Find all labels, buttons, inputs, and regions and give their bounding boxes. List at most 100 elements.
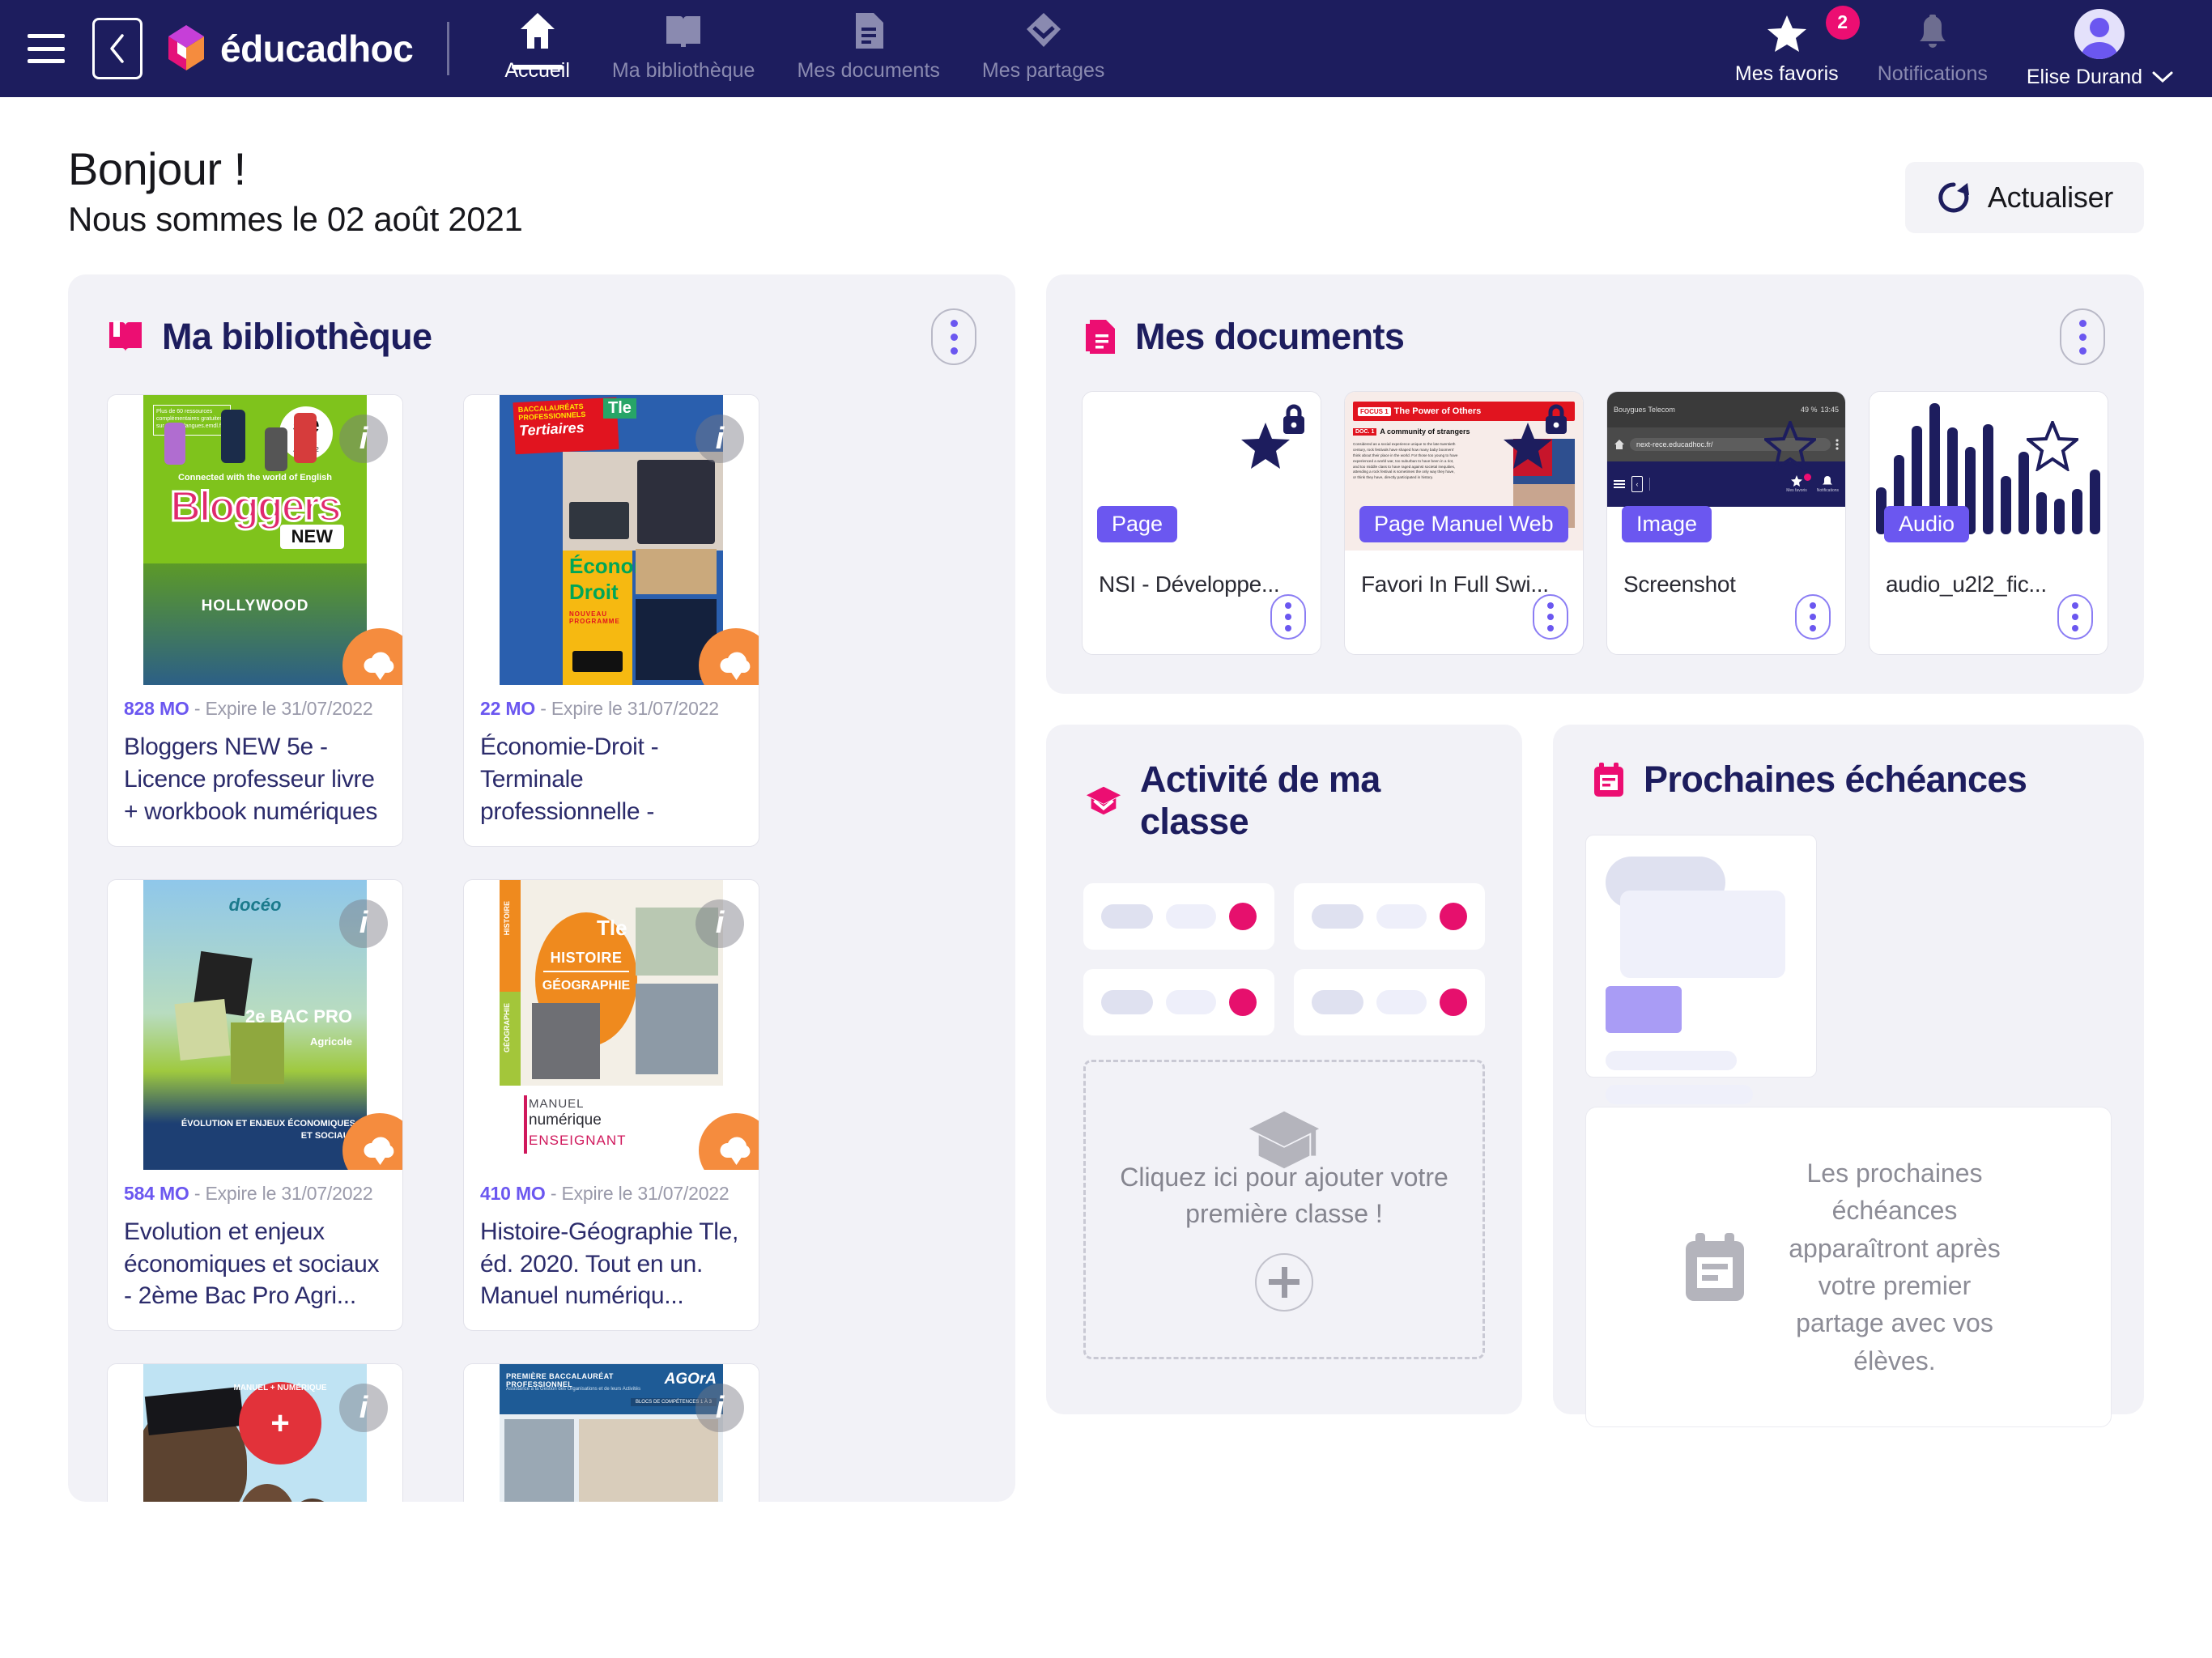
document-card[interactable]: Bouygues Telecom 49 % 13:45 next-rece.ed…	[1606, 391, 1846, 655]
user-menu[interactable]: Elise Durand	[2026, 8, 2173, 89]
book-meta: 22 MO - Expire le 31/07/2022 Économie-Dr…	[464, 685, 759, 846]
cover-sub: Assistance à la Gestion des Organisation…	[506, 1387, 641, 1392]
documents-panel: Mes documents Page NSI - Développe... FO…	[1046, 274, 2144, 694]
star-icon	[1766, 12, 1808, 56]
brand-logo[interactable]: éducadhoc	[164, 23, 414, 74]
book-expiry: - Expire le 31/07/2022	[194, 698, 373, 719]
doc-tag-label: DOC. 1	[1353, 427, 1377, 436]
nav-label-accueil: Accueil	[504, 59, 570, 82]
document-card[interactable]: Audio audio_u2l2_fic...	[1869, 391, 2108, 655]
book-card[interactable]: HISTOIRE GÉOGRAPHIE HISTOIRE GÉOGRAPHIE …	[463, 878, 759, 1332]
book-card[interactable]: docéo 2e BAC PRO Agricole ÉVOLUTION ET E…	[107, 878, 403, 1332]
document-type-tag: Page Manuel Web	[1359, 506, 1568, 542]
info-icon[interactable]: i	[339, 414, 388, 463]
cover-spine-2: GÉOGRAPHIE	[503, 1002, 511, 1052]
user-name: Elise Durand	[2026, 65, 2142, 88]
cover-title-2: Droit	[569, 580, 619, 604]
documents-menu-button[interactable]	[2060, 308, 2105, 365]
main-content: Bonjour ! Nous sommes le 02 août 2021 Ac…	[0, 97, 2212, 1658]
nav-item-mes-partages[interactable]: Mes partages	[961, 0, 1125, 83]
book-meta-line: 410 MO - Expire le 31/07/2022	[480, 1183, 742, 1205]
book-card[interactable]: BACCALAURÉATS PROFESSIONNELS Tertiaires …	[463, 394, 759, 847]
phone-carrier: Bouygues Telecom	[1614, 406, 1675, 414]
document-thumbnail: Page	[1083, 392, 1321, 551]
favorites-button[interactable]: 2 Mes favoris	[1735, 5, 1860, 86]
back-button[interactable]	[92, 18, 143, 79]
document-menu-button[interactable]	[2057, 594, 2093, 640]
info-icon[interactable]: i	[696, 899, 744, 948]
cover-title-1: HISTOIRE	[550, 949, 623, 966]
hamburger-icon[interactable]	[28, 34, 65, 63]
document-thumbnail: Bouygues Telecom 49 % 13:45 next-rece.ed…	[1607, 392, 1845, 551]
info-icon[interactable]: i	[339, 1384, 388, 1433]
document-menu-button[interactable]	[1795, 594, 1831, 640]
document-menu-button[interactable]	[1270, 594, 1306, 640]
book-size: 828 MO	[124, 698, 189, 719]
cover-foot-2: numérique	[529, 1111, 602, 1129]
notifications-button[interactable]: Notifications	[1878, 12, 1988, 86]
lock-icon	[1280, 403, 1308, 440]
deadlines-header: Prochaines échéances	[1553, 725, 2144, 806]
library-header: Ma bibliothèque	[68, 274, 1015, 370]
nav-active-indicator	[511, 65, 564, 70]
header-actions: 2 Mes favoris Notifications Elise Durand	[1735, 5, 2184, 89]
plus-circle-icon[interactable]	[1255, 1252, 1313, 1312]
book-size: 22 MO	[480, 698, 536, 719]
add-class-label: Cliquez ici pour ajouter votre première …	[1120, 1163, 1448, 1228]
kebab-menu-icon	[1836, 439, 1839, 450]
document-card[interactable]: FOCUS 1 The Power of Others DOC. 1 A com…	[1344, 391, 1584, 655]
lock-icon	[1542, 403, 1570, 440]
document-card[interactable]: Page NSI - Développe...	[1082, 391, 1321, 655]
main-nav: Accueil Ma bibliothèque Mes documents Me…	[483, 0, 1125, 97]
cover-title: Bloggers	[169, 483, 342, 532]
document-body: Screenshot	[1607, 551, 1845, 654]
document-icon	[853, 8, 885, 50]
avatar	[2074, 8, 2125, 59]
info-icon[interactable]: i	[696, 1384, 744, 1433]
book-cover: docéo 2e BAC PRO Agricole ÉVOLUTION ET E…	[108, 879, 402, 1170]
library-menu-button[interactable]	[931, 308, 976, 365]
refresh-button[interactable]: Actualiser	[1904, 162, 2144, 233]
notifications-label: Notifications	[1877, 62, 1988, 85]
cover-publisher: docéo	[228, 894, 282, 915]
refresh-label: Actualiser	[1987, 181, 2113, 214]
book-meta-line: 828 MO - Expire le 31/07/2022	[124, 698, 386, 720]
nav-item-mes-documents[interactable]: Mes documents	[776, 0, 960, 83]
cover-city: HOLLYWOOD	[201, 597, 309, 614]
star-outline-icon	[1761, 418, 1819, 475]
cover-art-manuelnum: + MANUEL + NUMÉRIQUE Tle	[143, 1364, 367, 1502]
cover-art-doceo: docéo 2e BAC PRO Agricole ÉVOLUTION ET E…	[143, 879, 367, 1170]
bottom-panels-row: Activité de ma classe Cliquez ici pour a…	[1046, 725, 2144, 1427]
library-panel: Ma bibliothèque Plus de 60 ressources co…	[68, 274, 1015, 1502]
add-class-dropzone[interactable]: Cliquez ici pour ajouter votre première …	[1083, 1060, 1485, 1359]
documents-header: Mes documents	[1046, 274, 2144, 370]
share-diamond-icon	[1025, 8, 1062, 50]
educadhoc-logo-icon	[168, 25, 204, 70]
book-card[interactable]: Plus de 60 ressources complémentaires gr…	[107, 394, 403, 847]
book-expiry: - Expire le 31/07/2022	[540, 698, 719, 719]
info-icon[interactable]: i	[696, 414, 744, 463]
header-divider	[447, 22, 450, 75]
book-card[interactable]: PREMIÈRE BACCALAURÉAT PROFESSIONNEL AGOr…	[463, 1363, 759, 1502]
bell-icon	[1916, 12, 1950, 56]
nav-label-mes-partages: Mes partages	[981, 59, 1105, 82]
document-thumbnail: FOCUS 1 The Power of Others DOC. 1 A com…	[1345, 392, 1583, 551]
activity-header: Activité de ma classe	[1046, 725, 1522, 848]
current-date: Nous sommes le 02 août 2021	[68, 200, 523, 238]
chevron-down-icon	[2152, 71, 2173, 83]
nav-item-ma-bibliotheque[interactable]: Ma bibliothèque	[591, 0, 776, 83]
graduation-cap-icon	[1086, 786, 1121, 815]
book-meta-line: 22 MO - Expire le 31/07/2022	[480, 698, 742, 720]
page-title: Bonjour !	[68, 143, 246, 194]
document-name: Screenshot	[1623, 572, 1736, 597]
info-icon[interactable]: i	[339, 899, 388, 948]
phone-battery: 49 %	[1800, 406, 1818, 414]
document-menu-button[interactable]	[1533, 594, 1568, 640]
book-card[interactable]: + MANUEL + NUMÉRIQUE Tle i	[107, 1363, 403, 1502]
open-book-icon	[109, 321, 142, 351]
dashboard-columns: Ma bibliothèque Plus de 60 ressources co…	[68, 274, 2144, 1502]
documents-grid: Page NSI - Développe... FOCUS 1 The Powe…	[1046, 370, 2144, 694]
activity-placeholder-item	[1294, 969, 1485, 1035]
nav-item-accueil[interactable]: Accueil	[483, 0, 591, 83]
book-meta-line: 584 MO - Expire le 31/07/2022	[124, 1183, 386, 1205]
